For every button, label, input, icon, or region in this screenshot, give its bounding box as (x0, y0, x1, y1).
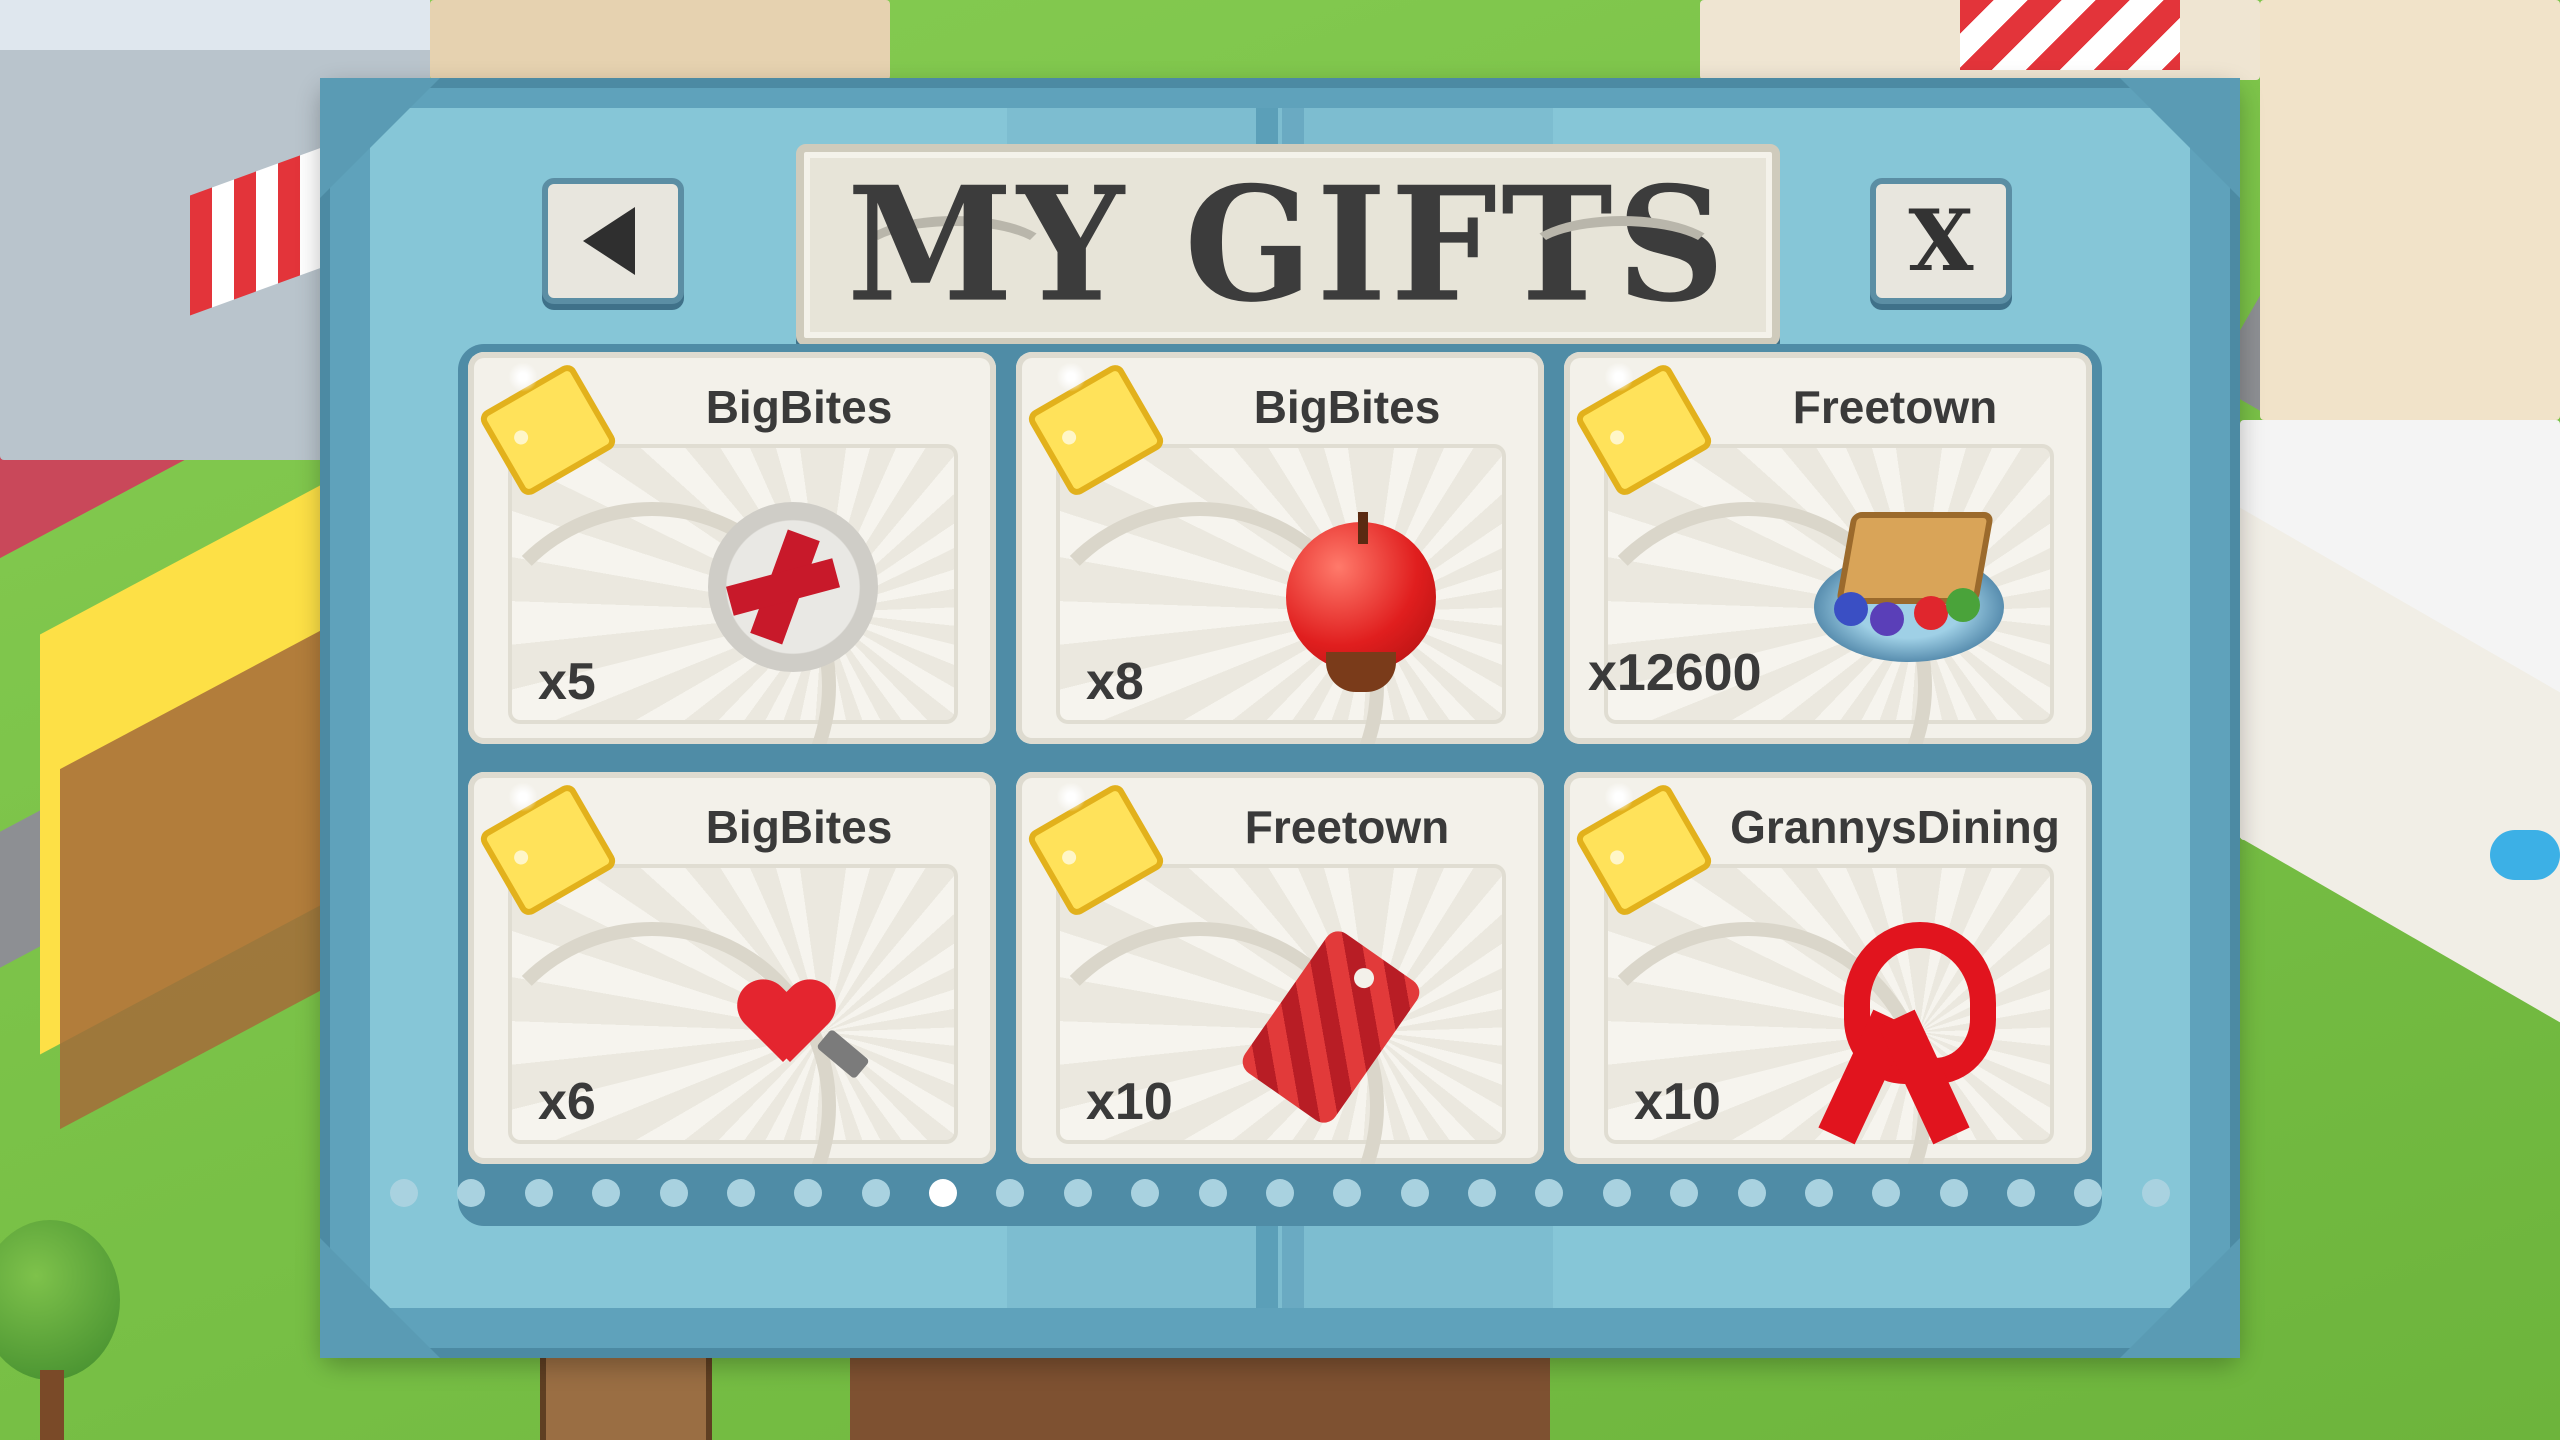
title-plaque: MY GIFTS (796, 144, 1780, 346)
page-dot[interactable] (1468, 1179, 1496, 1207)
page-dot[interactable] (659, 1179, 688, 1207)
page-dot[interactable] (1804, 1179, 1833, 1207)
sparkle-icon (508, 362, 538, 392)
gift-sender: BigBites (705, 381, 893, 433)
gift-sender: BigBites (705, 801, 893, 853)
close-icon: X (1908, 191, 1974, 290)
gift-card[interactable]: BigBites x6 (468, 772, 996, 1164)
back-arrow-icon (583, 207, 635, 275)
page-dot[interactable] (726, 1179, 755, 1207)
page-dot[interactable] (1400, 1179, 1429, 1207)
offscreen-arrow-icon[interactable] (2490, 830, 2560, 880)
building-roof (0, 0, 430, 50)
red-ribbon-icon (1804, 922, 1996, 1145)
sparkle-icon (508, 782, 538, 812)
sparkle-icon (1604, 362, 1634, 392)
gift-card[interactable]: BigBites x5 (468, 352, 996, 744)
gift-sender: BigBites (1253, 381, 1441, 433)
page-dot[interactable] (1333, 1179, 1362, 1207)
gift-quantity: x10 (1634, 1073, 1721, 1131)
page-dot[interactable] (1670, 1179, 1699, 1207)
swirl-ornament-icon (1522, 216, 1722, 296)
gift-grid: BigBites x5 BigBites x8 Freetown x12600 … (458, 344, 2102, 1226)
page-dot[interactable] (1872, 1179, 1901, 1207)
page-dot[interactable] (1737, 1179, 1766, 1207)
gift-quantity: x8 (1086, 653, 1144, 711)
close-button[interactable]: X (1870, 178, 2012, 304)
page-dot[interactable] (2007, 1179, 2035, 1207)
sparkle-icon (1056, 362, 1086, 392)
tree-trunk (40, 1370, 64, 1440)
repair-gear-icon (708, 502, 878, 672)
page-dot[interactable] (524, 1179, 553, 1207)
gift-card[interactable]: Freetown x10 (1016, 772, 1544, 1164)
page-dot[interactable] (2074, 1179, 2103, 1207)
red-apple-icon (1286, 512, 1436, 692)
page-dot[interactable] (1198, 1179, 1227, 1207)
gift-sender: Freetown (1792, 381, 1998, 433)
page-dot[interactable] (861, 1179, 890, 1207)
page-dot[interactable] (592, 1179, 621, 1207)
gift-card[interactable]: GrannysDining x10 (1564, 772, 2092, 1164)
gift-card[interactable]: Freetown x12600 (1564, 352, 2092, 744)
page-dot[interactable] (390, 1179, 418, 1207)
striped-awning (1960, 0, 2180, 70)
page-dot[interactable] (1535, 1179, 1564, 1207)
back-button[interactable] (542, 178, 684, 304)
gift-quantity: x12600 (1588, 644, 1762, 702)
page-dot[interactable] (1602, 1179, 1631, 1207)
gift-quantity: x6 (538, 1073, 596, 1131)
page-dot[interactable] (2141, 1179, 2170, 1207)
page-dot[interactable] (996, 1179, 1025, 1207)
gift-quantity: x10 (1086, 1073, 1173, 1131)
heart-screw-icon (738, 982, 870, 1080)
page-dot[interactable] (1063, 1179, 1092, 1207)
page-dot[interactable] (1131, 1179, 1160, 1207)
gift-sender: Freetown (1244, 801, 1450, 853)
page-dot[interactable] (457, 1179, 486, 1207)
gift-card[interactable]: BigBites x8 (1016, 352, 1544, 744)
building (430, 0, 890, 80)
my-gifts-dialog: MY GIFTS X BigBites x5 BigBites x8 Freet… (320, 78, 2240, 1358)
sparkle-icon (1056, 782, 1086, 812)
page-dot-active[interactable] (929, 1179, 957, 1207)
cake-plate-icon (1814, 512, 2004, 662)
page-dot[interactable] (794, 1179, 823, 1207)
page-dot[interactable] (1265, 1179, 1294, 1207)
gift-sender: GrannysDining (1730, 801, 2060, 853)
sparkle-icon (1604, 782, 1634, 812)
building (2260, 0, 2560, 420)
page-indicator (390, 1178, 2170, 1208)
page-dot[interactable] (1939, 1179, 1968, 1207)
gift-quantity: x5 (538, 653, 596, 711)
